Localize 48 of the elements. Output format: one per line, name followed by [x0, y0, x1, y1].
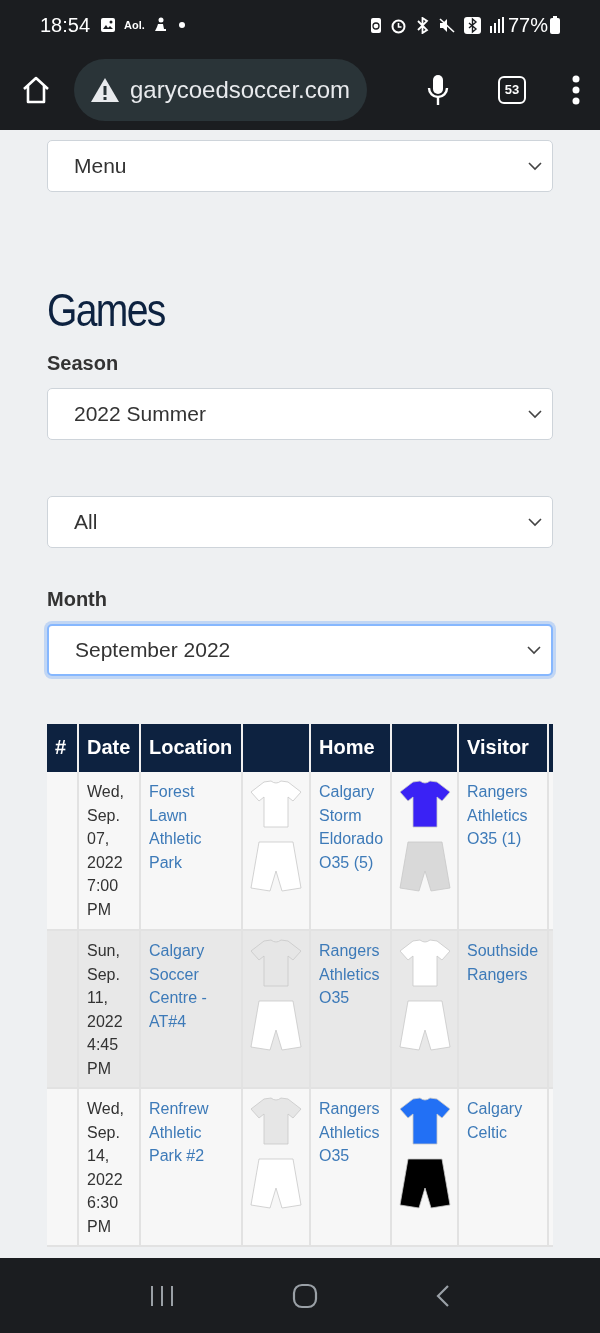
image-icon	[100, 17, 117, 33]
column-header: Location	[149, 735, 233, 758]
home-button-icon[interactable]	[292, 1282, 318, 1309]
mute-icon	[437, 16, 456, 34]
url-text: garycoedsoccer.com	[130, 75, 351, 105]
location-link[interactable]: Forest Lawn Athletic Park	[149, 780, 229, 874]
battery-saver-icon	[369, 16, 382, 34]
field-label: Month	[47, 587, 107, 612]
notification-text: Aol.	[124, 17, 145, 33]
chevron-icon	[528, 517, 542, 527]
page-heading: Games	[47, 284, 166, 336]
game-date: Sun, Sep. 11, 2022 4:45 PM	[87, 941, 124, 1079]
battery-percentage: 77%	[507, 13, 548, 38]
bluetooth-icon	[414, 16, 430, 34]
microphone-icon[interactable]	[426, 74, 450, 106]
bluetooth-icon	[463, 16, 481, 34]
chevron-icon	[528, 161, 542, 171]
warning-icon	[90, 77, 120, 103]
team-link[interactable]: Southside Rangers	[467, 939, 543, 986]
column-header: Visitor	[467, 735, 529, 758]
status-time: 18:54	[40, 13, 91, 38]
more-icon[interactable]	[572, 75, 580, 105]
team-link[interactable]: Rangers Athletics O35	[319, 939, 388, 1010]
column-header: #	[55, 735, 67, 758]
location-link[interactable]: Calgary Soccer Centre - AT#4	[149, 939, 229, 1033]
dropdown-select[interactable]: All	[47, 496, 553, 548]
game-date: Wed, Sep. 07, 2022 7:00 PM	[87, 782, 126, 920]
back-icon[interactable]	[435, 1283, 452, 1308]
team-link[interactable]: Rangers Athletics O35 (1)	[467, 780, 543, 851]
game-date: Wed, Sep. 14, 2022 6:30 PM	[87, 1099, 126, 1237]
team-link[interactable]: Calgary Storm Eldorado O35 (5)	[319, 780, 388, 874]
team-link[interactable]: Calgary Celtic	[467, 1097, 543, 1144]
dot-icon	[178, 22, 185, 28]
column-header: Home	[319, 735, 375, 758]
figure-icon	[152, 17, 167, 33]
address-bar[interactable]: garycoedsoccer.com	[74, 59, 367, 121]
dropdown-select[interactable]: September 2022	[47, 624, 553, 676]
dropdown-select[interactable]: Menu	[47, 140, 553, 192]
recent-apps-icon[interactable]	[148, 1284, 175, 1307]
chevron-icon	[527, 645, 541, 655]
battery-icon	[550, 16, 560, 34]
location-link[interactable]: Renfrew Athletic Park #2	[149, 1097, 229, 1168]
tab-count-button[interactable]: 53	[498, 76, 526, 104]
column-header: Date	[87, 735, 131, 758]
chevron-icon	[528, 409, 542, 419]
team-link[interactable]: Rangers Athletics O35	[319, 1097, 388, 1168]
field-label: Season	[47, 351, 119, 376]
dropdown-select[interactable]: 2022 Summer	[47, 388, 553, 440]
